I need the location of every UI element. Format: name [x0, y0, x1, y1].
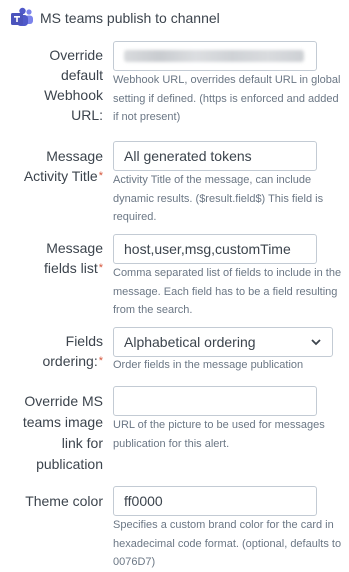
required-marker: *	[98, 355, 103, 367]
fields-ordering-help: Order fields in the message publication	[113, 359, 304, 371]
section-title: MS teams publish to channel	[40, 10, 220, 26]
redacted-value	[124, 50, 304, 62]
activity-title-help: Activity Title of the message, can inclu…	[113, 174, 324, 223]
fields-ordering-label: Fields ordering:*	[42, 333, 103, 369]
theme-color-label: Theme color	[25, 493, 103, 509]
theme-color-help: Specifies a custom brand color for the c…	[113, 519, 342, 568]
image-link-label: Override MS teams image link for publica…	[22, 393, 103, 472]
webhook-url-help: Webhook URL, overrides default URL in gl…	[113, 74, 341, 123]
webhook-url-label: Override default Webhook URL:	[44, 47, 103, 123]
required-marker: *	[98, 262, 103, 274]
fields-ordering-select[interactable]: Alphabetical ordering	[113, 327, 333, 357]
fields-list-help: Comma separated list of fields to includ…	[113, 267, 342, 316]
chevron-down-icon	[311, 339, 321, 346]
fields-list-input[interactable]: host,user,msg,customTime	[113, 234, 317, 264]
section-header: MS teams publish to channel	[10, 6, 220, 30]
webhook-url-input[interactable]	[113, 41, 317, 71]
required-marker: *	[98, 170, 103, 182]
theme-color-input[interactable]: ff0000	[113, 486, 317, 516]
microsoft-teams-icon	[11, 7, 33, 26]
image-link-help: URL of the picture to be used for messag…	[113, 419, 325, 450]
activity-title-label: Message Activity Title*	[23, 148, 103, 184]
image-link-input[interactable]	[113, 386, 317, 416]
activity-title-input[interactable]: All generated tokens	[113, 141, 317, 171]
fields-list-label: Message fields list*	[44, 240, 103, 276]
